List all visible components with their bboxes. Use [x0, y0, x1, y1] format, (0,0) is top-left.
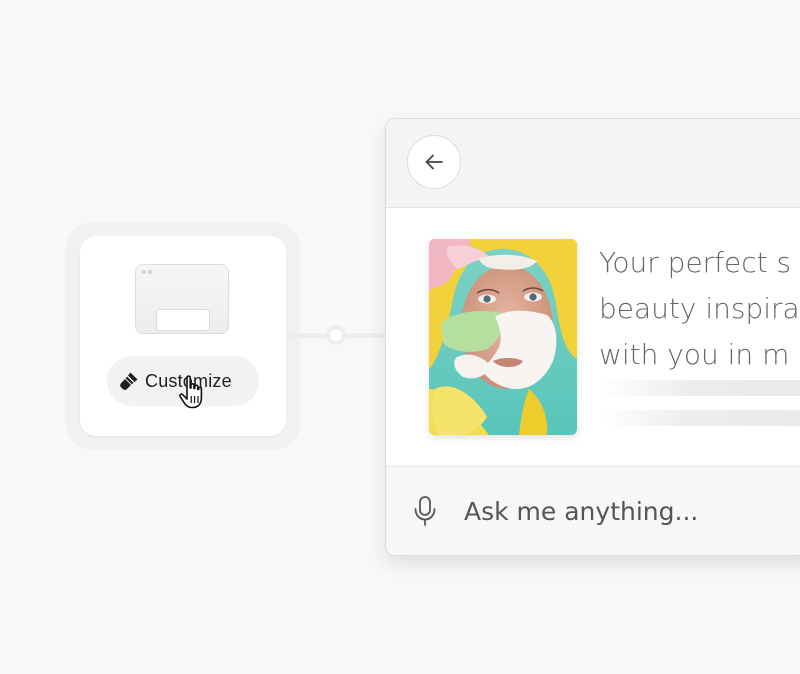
chat-panel: Your perfect s beauty inspira with you i… [385, 118, 800, 556]
window-dot [148, 270, 152, 274]
window-dot [142, 270, 146, 274]
paintbrush-icon [119, 371, 139, 391]
chat-input-bar [386, 467, 800, 555]
stage: Customize [0, 0, 800, 674]
pointer-hand-icon [179, 375, 203, 409]
microphone-icon[interactable] [412, 495, 438, 527]
window-thumbnail-button [156, 309, 210, 331]
arrow-left-icon [425, 154, 443, 170]
chat-header [386, 119, 800, 208]
message-line: beauty inspira [599, 292, 800, 325]
back-button[interactable] [407, 135, 461, 189]
chat-input[interactable] [464, 491, 784, 531]
chat-message-area: Your perfect s beauty inspira with you i… [386, 208, 800, 467]
message-line: with you in m [599, 338, 790, 371]
message-line: Your perfect s [599, 246, 792, 279]
connector-node [326, 325, 346, 345]
loading-placeholder-line [601, 410, 800, 426]
product-image[interactable] [429, 239, 577, 435]
assistant-message: Your perfect s beauty inspira with you i… [599, 240, 800, 378]
beauty-portrait-image [429, 239, 577, 435]
loading-placeholder-line [601, 380, 800, 396]
window-thumbnail [135, 264, 229, 334]
